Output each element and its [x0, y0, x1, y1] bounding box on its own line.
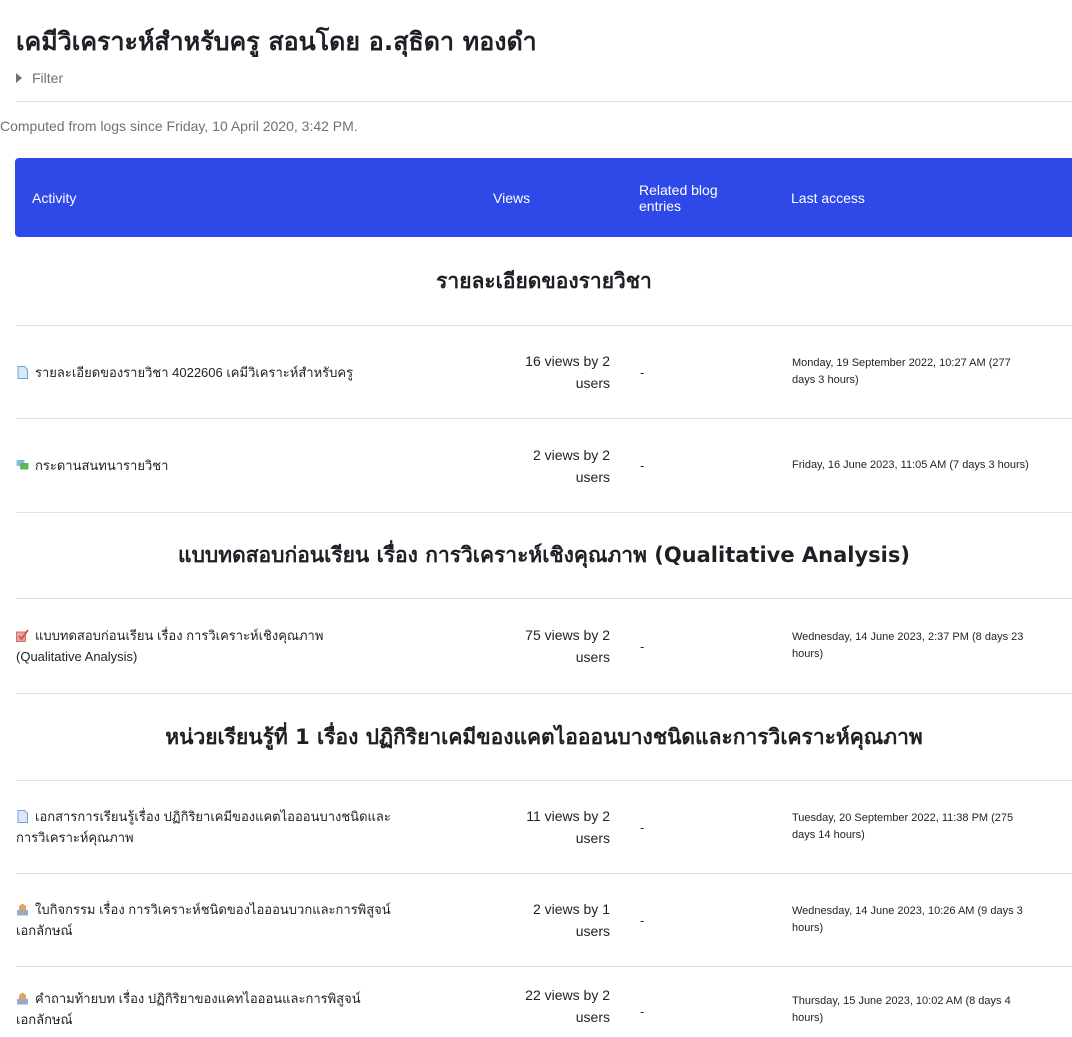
page-icon [17, 365, 28, 379]
page-icon [17, 810, 28, 823]
views-count: 16 views by 2 [525, 353, 610, 369]
assignment-icon [17, 992, 28, 1005]
views-users: users [575, 830, 610, 846]
last-access-date: Tuesday, 20 September 2022, 11:38 PM (27… [792, 812, 1014, 824]
last-access-cell: Thursday, 15 June 2023, 10:02 AM (8 days… [792, 967, 1072, 1037]
blog-cell: - [640, 1004, 645, 1019]
table-row: เอกสารการเรียนรู้เรื่อง ปฏิกิริยาเคมีของ… [16, 781, 1072, 874]
table-row: กระดานสนทนารายวิชา 2 views by 2 users - … [16, 419, 1072, 513]
views-count: 2 views by 1 [532, 901, 610, 917]
activity-link[interactable]: คำถามท้ายบท เรื่อง ปฏิกิริยาของแคทไอออนแ… [35, 991, 361, 1006]
table-row: แบบทดสอบก่อนเรียน เรื่อง การวิเคราะห์เชิ… [16, 599, 1072, 694]
last-access-date: Monday, 19 September 2022, 10:27 AM (277 [792, 357, 1011, 369]
last-access-cell: Wednesday, 14 June 2023, 10:26 AM (9 day… [792, 874, 1072, 966]
activity-cell: แบบทดสอบก่อนเรียน เรื่อง การวิเคราะห์เชิ… [16, 599, 466, 693]
last-access-cell: Friday, 16 June 2023, 11:05 AM (7 days 3… [792, 419, 1072, 512]
table-row: ใบกิจกรรม เรื่อง การวิเคราะห์ชนิดของไอออ… [16, 874, 1072, 967]
views-cell: 16 views by 2 users [476, 326, 610, 418]
section-heading: แบบทดสอบก่อนเรียน เรื่อง การวิเคราะห์เชิ… [16, 513, 1072, 599]
last-access-date: Wednesday, 14 June 2023, 10:26 AM (9 day… [792, 905, 1023, 917]
views-users: users [575, 923, 610, 939]
views-count: 2 views by 2 [532, 446, 610, 463]
views-cell: 11 views by 2 users [476, 781, 610, 873]
views-count: 11 views by 2 [526, 808, 610, 824]
section-heading: รายละเอียดของรายวิชา [16, 237, 1072, 326]
activity-cell: คำถามท้ายบท เรื่อง ปฏิกิริยาของแคทไอออนแ… [16, 967, 466, 1037]
views-count: 22 views by 2 [525, 987, 610, 1003]
computed-note: Computed from logs since Friday, 10 Apri… [0, 118, 358, 134]
blog-cell: - [640, 912, 645, 928]
activity-cell: กระดานสนทนารายวิชา [16, 419, 466, 512]
page-title: เคมีวิเคราะห์สำหรับครู สอนโดย อ.สุธิดา ท… [16, 27, 537, 56]
table-row: คำถามท้ายบท เรื่อง ปฏิกิริยาของแคทไอออนแ… [16, 967, 1072, 1037]
views-cell: 22 views by 2 users [476, 967, 610, 1037]
views-cell: 2 views by 1 users [476, 874, 610, 966]
divider [16, 101, 1072, 102]
views-users: users [575, 1009, 610, 1025]
last-access-date: Wednesday, 14 June 2023, 2:37 PM (8 days… [792, 631, 1024, 643]
last-access-ago: hours) [792, 1012, 824, 1024]
caret-right-icon [16, 73, 22, 83]
blog-cell: - [640, 364, 645, 380]
activity-link-line2[interactable]: (Qualitative Analysis) [16, 649, 137, 664]
last-access-ago: hours) [792, 648, 824, 660]
activity-cell: ใบกิจกรรม เรื่อง การวิเคราะห์ชนิดของไอออ… [16, 874, 466, 966]
quiz-icon [16, 629, 29, 642]
last-access-ago: days 3 hours) [792, 374, 859, 386]
activity-link[interactable]: ใบกิจกรรม เรื่อง การวิเคราะห์ชนิดของไอออ… [35, 902, 391, 917]
column-header-related-blog[interactable]: Related blog entries [639, 158, 749, 237]
blog-cell: - [640, 819, 645, 835]
activity-link[interactable]: แบบทดสอบก่อนเรียน เรื่อง การวิเคราะห์เชิ… [35, 628, 323, 643]
last-access-cell: Tuesday, 20 September 2022, 11:38 PM (27… [792, 781, 1072, 873]
column-header-blog-line1: Related blog [639, 181, 718, 198]
table-row: รายละเอียดของรายวิชา 4022606 เคมีวิเคราะ… [16, 326, 1072, 419]
activity-cell: รายละเอียดของรายวิชา 4022606 เคมีวิเคราะ… [16, 326, 466, 418]
assignment-icon [17, 903, 28, 916]
table-header: Activity Views Related blog entries Last… [15, 158, 1072, 237]
views-users: users [575, 649, 610, 665]
last-access-ago: hours) [792, 922, 824, 934]
last-access-cell: Wednesday, 14 June 2023, 2:37 PM (8 days… [792, 599, 1072, 693]
views-users: users [575, 468, 610, 485]
activity-link[interactable]: รายละเอียดของรายวิชา 4022606 เคมีวิเคราะ… [35, 365, 353, 380]
activity-cell: เอกสารการเรียนรู้เรื่อง ปฏิกิริยาเคมีของ… [16, 781, 466, 873]
activity-link-line2[interactable]: การวิเคราะห์คุณภาพ [16, 830, 134, 845]
activity-link-line2[interactable]: เอกลักษณ์ [16, 923, 73, 938]
last-access-date: Friday, 16 June 2023, 11:05 AM (7 days 3… [792, 459, 1029, 471]
last-access-ago: days 14 hours) [792, 829, 865, 841]
column-header-blog-line2: entries [639, 197, 682, 214]
activity-link[interactable]: กระดานสนทนารายวิชา [35, 458, 168, 473]
section-heading: หน่วยเรียนรู้ที่ 1 เรื่อง ปฏิกิริยาเคมีข… [16, 694, 1072, 781]
column-header-activity[interactable]: Activity [32, 158, 76, 237]
filter-toggle[interactable]: Filter [16, 70, 63, 86]
views-users: users [575, 375, 610, 391]
views-cell: 75 views by 2 users [476, 599, 610, 693]
blog-cell: - [640, 458, 645, 473]
views-count: 75 views by 2 [525, 627, 610, 643]
column-header-views[interactable]: Views [493, 158, 530, 237]
column-header-last-access[interactable]: Last access [791, 158, 865, 237]
activity-link[interactable]: เอกสารการเรียนรู้เรื่อง ปฏิกิริยาเคมีของ… [35, 809, 391, 824]
filter-label: Filter [32, 70, 64, 86]
activity-link-line2[interactable]: เอกลักษณ์ [16, 1012, 73, 1027]
forum-icon [16, 460, 29, 470]
blog-cell: - [640, 638, 645, 654]
last-access-date: Thursday, 15 June 2023, 10:02 AM (8 days… [792, 995, 1011, 1007]
last-access-cell: Monday, 19 September 2022, 10:27 AM (277… [792, 326, 1072, 418]
views-cell: 2 views by 2 users [476, 419, 610, 512]
